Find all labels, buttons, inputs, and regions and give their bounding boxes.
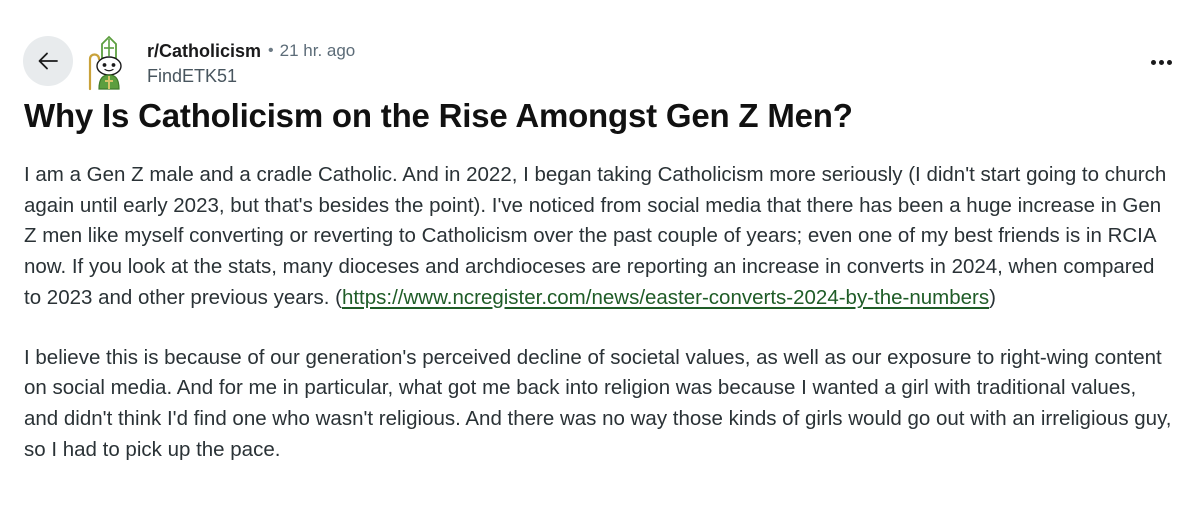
more-options-button[interactable] (1146, 52, 1176, 72)
post-title: Why Is Catholicism on the Rise Amongst G… (24, 97, 853, 134)
post-timestamp: 21 hr. ago (279, 41, 356, 60)
more-horizontal-icon-dot (1166, 59, 1172, 65)
post-meta-line: r/Catholicism • 21 hr. ago (147, 39, 355, 63)
arrow-left-icon (38, 52, 58, 70)
post-paragraph-2: I believe this is because of our generat… (24, 345, 1172, 461)
bishop-snoo-icon (88, 35, 122, 91)
post-paragraph-1: I am a Gen Z male and a cradle Catholic.… (24, 160, 1174, 314)
more-horizontal-icon-dot (1150, 59, 1156, 65)
meta-separator: • (268, 42, 274, 59)
author-username[interactable]: FindETK51 (147, 66, 355, 87)
source-link[interactable]: https://www.ncregister.com/news/easter-c… (342, 286, 989, 309)
post-body: I am a Gen Z male and a cradle Catholic.… (24, 160, 1174, 494)
subreddit-avatar[interactable] (80, 34, 138, 92)
post-page: r/Catholicism • 21 hr. ago FindETK51 Why… (0, 0, 1200, 506)
paragraph-1-close: ) (989, 285, 996, 309)
subreddit-name[interactable]: r/Catholicism (147, 41, 261, 62)
back-button[interactable] (23, 36, 73, 86)
post-meta: r/Catholicism • 21 hr. ago FindETK51 (147, 39, 355, 87)
more-horizontal-icon-dot (1158, 59, 1164, 65)
